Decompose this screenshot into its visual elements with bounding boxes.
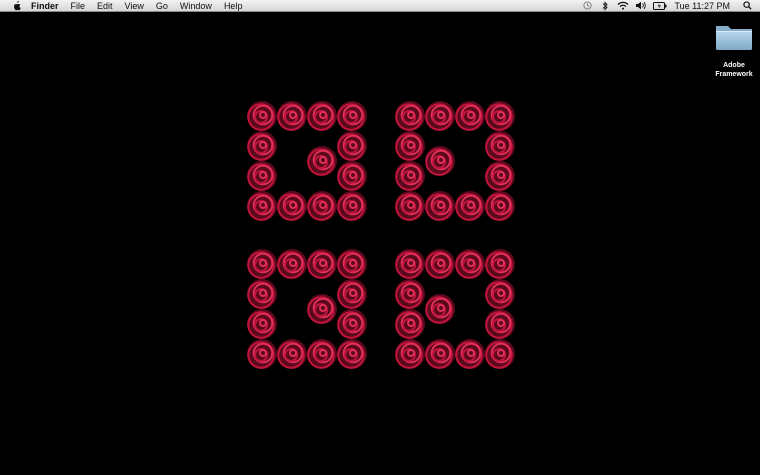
menu-edit[interactable]: Edit bbox=[91, 0, 119, 12]
menu-go[interactable]: Go bbox=[150, 0, 174, 12]
desktop-folder-adobe-framework[interactable]: Adobe Framework bbox=[708, 20, 760, 79]
rose bbox=[485, 309, 515, 339]
wifi-icon[interactable] bbox=[616, 0, 630, 12]
rose bbox=[337, 101, 367, 131]
spotlight-search-icon[interactable] bbox=[740, 0, 754, 12]
volume-icon[interactable] bbox=[634, 0, 648, 12]
bluetooth-icon[interactable] bbox=[598, 0, 612, 12]
rose bbox=[307, 339, 337, 369]
rose bbox=[337, 339, 367, 369]
menu-finder[interactable]: Finder bbox=[22, 0, 65, 12]
menu-view[interactable]: View bbox=[119, 0, 150, 12]
menubar-clock[interactable]: Tue 11:27 PM bbox=[668, 0, 736, 12]
rose bbox=[307, 294, 337, 324]
rose-pattern bbox=[247, 101, 515, 369]
rose bbox=[395, 161, 425, 191]
rose bbox=[247, 339, 277, 369]
rose bbox=[247, 161, 277, 191]
rose bbox=[337, 279, 367, 309]
rose bbox=[247, 309, 277, 339]
rose bbox=[395, 191, 425, 221]
rose bbox=[455, 101, 485, 131]
rose bbox=[247, 131, 277, 161]
rose bbox=[337, 309, 367, 339]
rose bbox=[277, 339, 307, 369]
rose bbox=[277, 191, 307, 221]
rose bbox=[455, 339, 485, 369]
rose bbox=[425, 249, 455, 279]
rose bbox=[337, 161, 367, 191]
rose bbox=[455, 249, 485, 279]
time-machine-icon[interactable] bbox=[580, 0, 594, 12]
rose bbox=[425, 146, 455, 176]
rose bbox=[247, 279, 277, 309]
rose bbox=[307, 191, 337, 221]
rose bbox=[395, 339, 425, 369]
rose bbox=[485, 249, 515, 279]
rose bbox=[337, 249, 367, 279]
rose bbox=[247, 101, 277, 131]
menu-window[interactable]: Window bbox=[174, 0, 218, 12]
menu-bar: Finder File Edit View Go Window Help Tue… bbox=[0, 0, 760, 12]
rose bbox=[307, 249, 337, 279]
rose bbox=[277, 101, 307, 131]
rose bbox=[395, 101, 425, 131]
rose bbox=[485, 161, 515, 191]
rose bbox=[395, 279, 425, 309]
rose bbox=[425, 191, 455, 221]
rose bbox=[485, 339, 515, 369]
rose bbox=[307, 146, 337, 176]
battery-icon[interactable] bbox=[652, 0, 668, 12]
menu-help[interactable]: Help bbox=[218, 0, 249, 12]
folder-icon bbox=[714, 20, 754, 57]
rose bbox=[485, 101, 515, 131]
folder-label: Adobe Framework bbox=[715, 62, 753, 78]
rose bbox=[307, 101, 337, 131]
rose bbox=[425, 294, 455, 324]
rose bbox=[395, 309, 425, 339]
rose bbox=[485, 279, 515, 309]
rose-logo-wallpaper bbox=[247, 101, 515, 369]
rose bbox=[247, 249, 277, 279]
apple-logo-icon[interactable] bbox=[10, 0, 22, 12]
rose bbox=[337, 131, 367, 161]
rose bbox=[485, 131, 515, 161]
rose bbox=[277, 249, 307, 279]
rose bbox=[425, 339, 455, 369]
menu-file[interactable]: File bbox=[65, 0, 92, 12]
rose bbox=[337, 191, 367, 221]
rose bbox=[425, 101, 455, 131]
rose bbox=[395, 249, 425, 279]
rose bbox=[485, 191, 515, 221]
rose bbox=[247, 191, 277, 221]
rose bbox=[455, 191, 485, 221]
rose bbox=[395, 131, 425, 161]
